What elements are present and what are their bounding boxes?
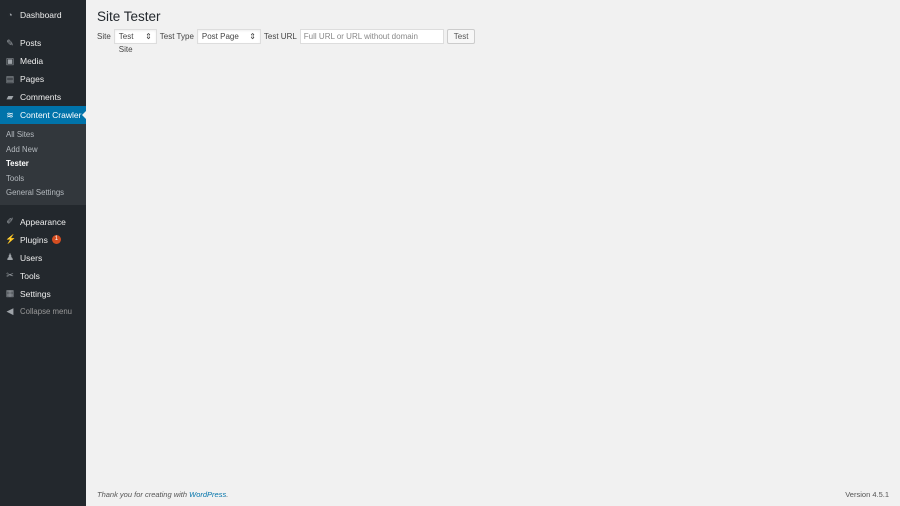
- plugin-icon: ⚡: [5, 234, 17, 244]
- test-url-input[interactable]: Full URL or URL without domain: [299, 29, 444, 44]
- footer: Thank you for creating with WordPress. V…: [97, 490, 889, 499]
- site-select-value: Test Site: [118, 32, 134, 54]
- menu-label: Plugins: [20, 234, 48, 245]
- footer-thanks: Thank you for creating with WordPress.: [97, 490, 228, 499]
- thanks-text: Thank you for creating with: [97, 490, 190, 499]
- menu-plugins[interactable]: ⚡ Plugins 1: [0, 231, 86, 249]
- menu-comments[interactable]: ▰ Comments: [0, 88, 86, 106]
- select-arrows-icon: ⇕: [249, 32, 256, 41]
- menu-label: Content Crawler: [20, 110, 82, 120]
- crawler-icon: ≋: [6, 109, 14, 120]
- menu-label: Dashboard: [20, 10, 62, 20]
- menu-label: Tools: [20, 270, 40, 281]
- submenu-all-sites[interactable]: All Sites: [0, 128, 86, 143]
- submenu-tools[interactable]: Tools: [0, 172, 86, 187]
- submenu-add-new[interactable]: Add New: [0, 143, 86, 158]
- menu-label: Media: [20, 56, 44, 66]
- submenu-general-settings[interactable]: General Settings: [0, 186, 86, 201]
- brush-icon: ✐: [6, 216, 14, 226]
- menu-settings[interactable]: ▦ Settings: [0, 285, 86, 303]
- settings-icon: ▦: [5, 288, 15, 298]
- collapse-menu-button[interactable]: ◀ Collapse menu: [0, 303, 86, 321]
- menu-dashboard[interactable]: ◔ Dashboard: [0, 6, 86, 24]
- menu-label: Appearance: [20, 216, 66, 227]
- collapse-icon: ◀: [6, 306, 14, 316]
- version-text: Version 4.5.1: [845, 490, 889, 499]
- media-icon: ▣: [5, 55, 15, 66]
- comment-icon: ▰: [6, 91, 14, 102]
- test-button[interactable]: Test: [446, 29, 476, 44]
- wordpress-link[interactable]: WordPress: [189, 490, 226, 499]
- select-arrows-icon: ⇕: [145, 32, 152, 41]
- menu-content-crawler[interactable]: ≋ Content Crawler: [0, 106, 86, 124]
- site-select[interactable]: Test Site ⇕: [113, 29, 157, 54]
- menu-label: Pages: [20, 74, 45, 84]
- menu-posts[interactable]: ✎ Posts: [0, 34, 86, 52]
- menu-label: Collapse menu: [20, 307, 73, 316]
- site-label: Site: [97, 32, 111, 41]
- menu-pages[interactable]: ▤ Pages: [0, 70, 86, 88]
- menu-appearance[interactable]: ✐ Appearance: [0, 213, 86, 231]
- submenu: All Sites Add New Tester Tools General S…: [0, 124, 86, 205]
- menu-tools[interactable]: ✂ Tools: [0, 267, 86, 285]
- test-type-select[interactable]: Post Page ⇕: [196, 29, 261, 44]
- pages-icon: ▤: [5, 73, 15, 84]
- submenu-tester[interactable]: Tester: [0, 157, 86, 172]
- menu-media[interactable]: ▣ Media: [0, 52, 86, 70]
- pin-icon: ✎: [6, 37, 14, 48]
- period: .: [226, 490, 229, 499]
- wrench-icon: ✂: [6, 270, 14, 280]
- tester-form: Site Test Site ⇕ Test Type Post Page ⇕ Tes…: [97, 29, 476, 54]
- menu-label: Posts: [20, 38, 42, 48]
- test-url-label: Test URL: [263, 32, 297, 41]
- dashboard-icon: ◔: [7, 10, 13, 20]
- menu-label: Users: [20, 252, 43, 263]
- menu-label: Comments: [20, 92, 62, 102]
- page-title: Site Tester: [97, 9, 161, 24]
- main-content: Site Tester Site Test Site ⇕ Test Type Po…: [97, 0, 476, 54]
- menu-users[interactable]: ♟ Users: [0, 249, 86, 267]
- update-count-badge: 1: [51, 235, 61, 244]
- menu-label: Settings: [20, 288, 51, 299]
- test-type-value: Post Page: [201, 32, 239, 41]
- user-icon: ♟: [5, 252, 15, 262]
- test-type-label: Test Type: [159, 32, 194, 41]
- admin-sidebar: ◔ Dashboard ✎ Posts ▣ Media ▤ Pages ▰ Comment…: [0, 0, 86, 506]
